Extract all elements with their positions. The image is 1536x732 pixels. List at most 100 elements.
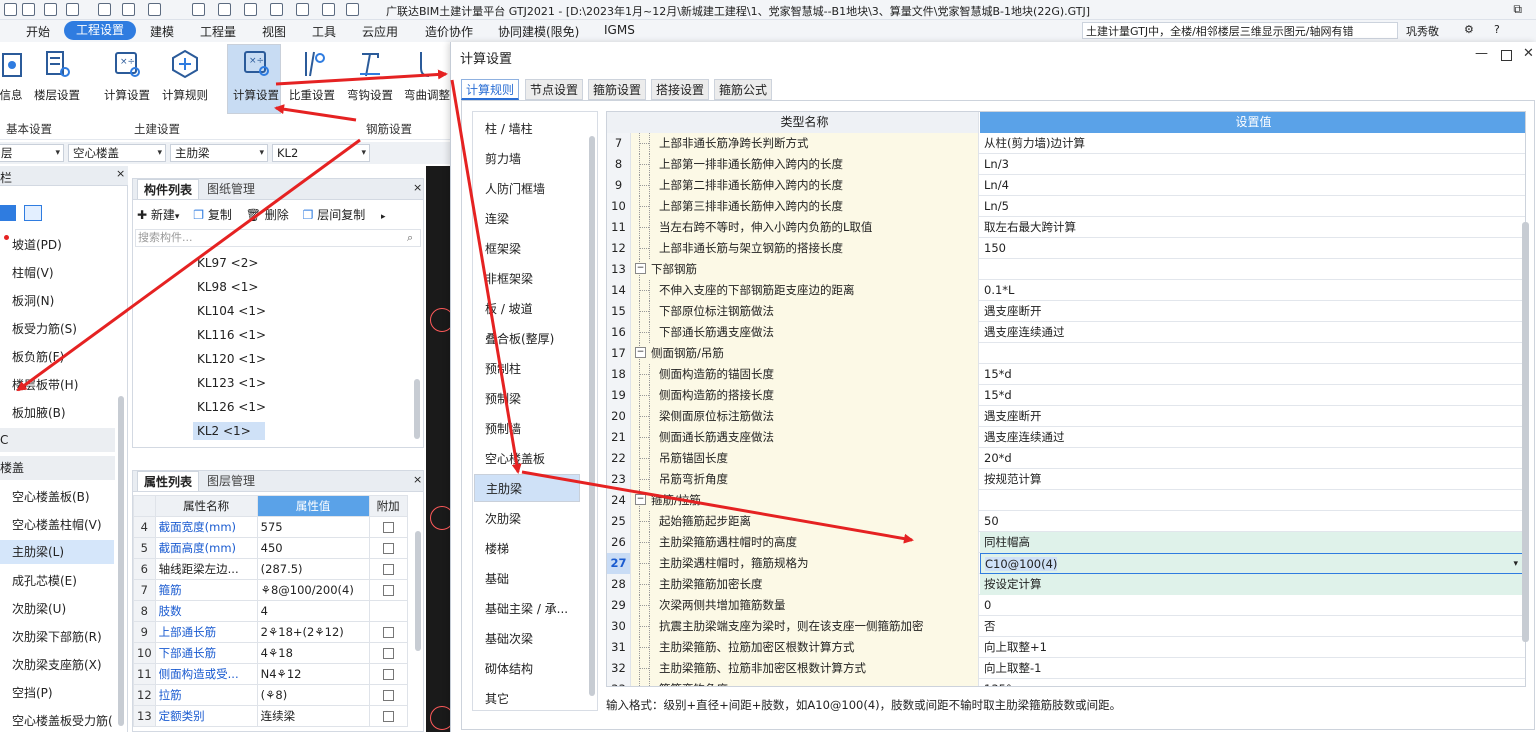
property-row[interactable]: 9 上部通长筋 2⚘18+(2⚘12) [133, 621, 408, 643]
component-item[interactable]: KL97 <2> [197, 256, 258, 270]
tab-drawing-management[interactable]: 图纸管理 [201, 179, 261, 199]
setting-value[interactable] [980, 259, 1525, 280]
settings-row[interactable]: 27 主肋梁遇柱帽时，箍筋规格为 C10@100(4) ▾ [607, 553, 1525, 574]
category-item[interactable]: 主肋梁 [474, 474, 580, 502]
settings-row[interactable]: 14 不伸入支座的下部钢筋距支座边的距离 0.1*L [607, 280, 1525, 301]
component-search-input[interactable]: 搜索构件... [135, 229, 421, 247]
nav-item[interactable]: 次肋梁下部筋(R) [12, 628, 102, 645]
collapse-icon[interactable]: − [635, 347, 646, 358]
category-item[interactable]: 预制柱 [485, 360, 521, 377]
ribbon-weight-settings-button[interactable]: 比重设置 [285, 46, 339, 112]
collapse-icon[interactable]: − [635, 263, 646, 274]
property-row[interactable]: 10 下部通长筋 4⚘18 [133, 642, 408, 664]
category-item[interactable]: 叠合板(整厚) [485, 330, 554, 347]
category-item[interactable]: 空心楼盖板 [485, 450, 545, 467]
help-icon[interactable]: ? [1494, 23, 1500, 36]
component-select[interactable]: KL2 ▾ [272, 144, 370, 162]
menu-view[interactable]: 视图 [262, 23, 286, 40]
open-folder-icon[interactable] [66, 3, 79, 16]
settings-row[interactable]: 12 上部非通长筋与架立钢筋的搭接长度 150 [607, 238, 1525, 259]
settings-row[interactable]: 9 上部第二排非通长筋伸入跨内的长度 Ln/4 [607, 175, 1525, 196]
component-item[interactable]: KL120 <1> [197, 352, 266, 366]
nav-item[interactable]: 板负筋(F) [12, 348, 64, 365]
nav-item[interactable]: 主肋梁(L) [0, 540, 114, 564]
setting-value[interactable]: 遇支座断开 [980, 301, 1525, 322]
component-item[interactable]: KL126 <1> [197, 400, 266, 414]
settings-row[interactable]: 31 主肋梁箍筋、拉筋加密区根数计算方式 向上取整+1 [607, 637, 1525, 658]
close-icon[interactable]: × [413, 473, 422, 486]
settings-row[interactable]: 24− 箍筋/拉筋 [607, 490, 1525, 511]
setting-value[interactable]: 20*d [980, 448, 1525, 469]
category-item[interactable]: 板 / 坡道 [485, 300, 533, 317]
settings-row[interactable]: 21 侧面通长筋遇支座做法 遇支座连续通过 [607, 427, 1525, 448]
more-icon[interactable]: ▸ [381, 212, 386, 222]
property-value[interactable]: (⚘8) [256, 684, 370, 706]
component-item[interactable]: KL2 <1> [193, 422, 265, 440]
attach-checkbox[interactable] [382, 627, 394, 638]
tab-property-list[interactable]: 属性列表 [137, 471, 200, 491]
menu-project-settings[interactable]: 工程设置 [64, 21, 137, 40]
settings-row[interactable]: 20 梁侧面原位标注筋做法 遇支座断开 [607, 406, 1525, 427]
category-item[interactable]: 剪力墙 [485, 150, 521, 167]
nav-item[interactable]: 空心楼盖板受力筋( [12, 712, 113, 729]
nav-item[interactable]: 成孔芯模(E) [12, 572, 77, 589]
settings-row[interactable]: 25 起始箍筋起步距离 50 [607, 511, 1525, 532]
category-item[interactable]: 框架梁 [485, 240, 521, 257]
setting-value[interactable]: 遇支座连续通过 [980, 322, 1525, 343]
settings-row[interactable]: 22 吊筋锚固长度 20*d [607, 448, 1525, 469]
settings-icon[interactable]: ⚙ [1464, 23, 1474, 36]
grid-scrollbar[interactable] [1522, 222, 1529, 642]
new-file-icon[interactable] [22, 3, 35, 16]
category-item[interactable]: 基础主梁 / 承... [485, 600, 568, 617]
menu-cost-collab[interactable]: 造价协作 [425, 23, 473, 40]
user-name[interactable]: 巩秀敬 [1406, 23, 1439, 39]
component-item[interactable]: KL104 <1> [197, 304, 266, 318]
close-icon[interactable]: ✕ [1523, 46, 1534, 61]
setting-value[interactable]: Ln/5 [980, 196, 1525, 217]
minimize-icon[interactable]: — [1475, 46, 1488, 61]
close-icon[interactable]: × [413, 181, 422, 194]
attach-checkbox[interactable] [382, 522, 394, 533]
settings-row[interactable]: 10 上部第三排非通长筋伸入跨内的长度 Ln/5 [607, 196, 1525, 217]
property-value[interactable]: ⚘8@100/200(4) [256, 579, 370, 601]
settings-row[interactable]: 26 主肋梁箍筋遇柱帽时的高度 同柱帽高 [607, 532, 1525, 553]
settings-row[interactable]: 28 主肋梁箍筋加密长度 按设定计算 [607, 574, 1525, 595]
save-icon[interactable] [98, 3, 111, 16]
ribbon-calc-settings-button[interactable]: ×÷ 计算设置 [100, 46, 154, 112]
settings-row[interactable]: 23 吊筋弯折角度 按规范计算 [607, 469, 1525, 490]
property-value[interactable]: 2⚘18+(2⚘12) [256, 621, 370, 643]
attach-checkbox[interactable] [382, 711, 394, 722]
property-value[interactable]: 4⚘18 [256, 642, 370, 664]
ribbon-rebar-calc-settings-button[interactable]: ×÷ 计算设置 [227, 44, 281, 114]
tab-node-settings[interactable]: 节点设置 [525, 79, 584, 100]
property-row[interactable]: 6 轴线距梁左边... (287.5) [133, 558, 408, 580]
category-item[interactable]: 预制墙 [485, 420, 521, 437]
setting-value[interactable]: 按设定计算 [980, 574, 1525, 595]
category-item[interactable]: 连梁 [485, 210, 509, 227]
component-item[interactable]: KL98 <1> [197, 280, 258, 294]
settings-row[interactable]: 15 下部原位标注钢筋做法 遇支座断开 [607, 301, 1525, 322]
setting-value[interactable]: 同柱帽高 [980, 532, 1525, 553]
setting-value[interactable]: C10@100(4) ▾ [980, 553, 1525, 574]
nav-item[interactable]: 楼层板带(H) [12, 376, 78, 393]
settings-row[interactable]: 32 主肋梁箍筋、拉筋非加密区根数计算方式 向上取整-1 [607, 658, 1525, 679]
scrollbar[interactable] [415, 531, 421, 651]
property-value[interactable]: 连续梁 [256, 705, 370, 727]
nav-item[interactable]: 空挡(P) [12, 684, 53, 701]
redo-icon[interactable] [148, 3, 161, 16]
cloud-icon[interactable] [322, 3, 335, 16]
property-row[interactable]: 11 侧面构造或受... N4⚘12 [133, 663, 408, 685]
screenshot-icon[interactable] [270, 3, 283, 16]
setting-value[interactable]: 135° [980, 679, 1525, 686]
scrollbar[interactable] [589, 136, 595, 696]
tab-layer-management[interactable]: 图层管理 [201, 471, 261, 491]
setting-value[interactable]: 50 [980, 511, 1525, 532]
ribbon-floor-settings-button[interactable]: 楼层设置 [30, 46, 84, 112]
menu-quantity[interactable]: 工程量 [200, 23, 236, 40]
list-view-icon[interactable] [0, 205, 16, 221]
settings-row[interactable]: 30 抗震主肋梁端支座为梁时，则在该支座一侧箍筋加密 否 [607, 616, 1525, 637]
nav-item[interactable]: 空心楼盖板(B) [12, 488, 90, 505]
ribbon-hook-settings-button[interactable]: 弯钩设置 [343, 46, 397, 112]
setting-value[interactable]: 150 [980, 238, 1525, 259]
tab-stirrup-formula[interactable]: 箍筋公式 [714, 79, 773, 100]
